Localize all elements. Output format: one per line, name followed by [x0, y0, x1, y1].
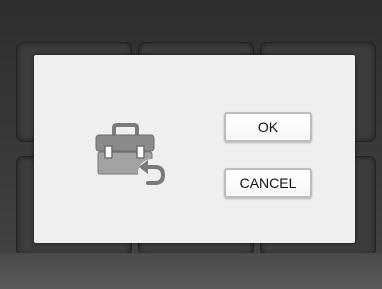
ok-button[interactable]: OK — [224, 112, 312, 142]
toolbox-restore-icon — [95, 123, 166, 187]
cancel-button[interactable]: CANCEL — [224, 168, 312, 198]
confirm-dialog: OK CANCEL — [34, 55, 355, 243]
device-screen: OK CANCEL — [0, 0, 382, 289]
background-strip — [0, 253, 382, 289]
